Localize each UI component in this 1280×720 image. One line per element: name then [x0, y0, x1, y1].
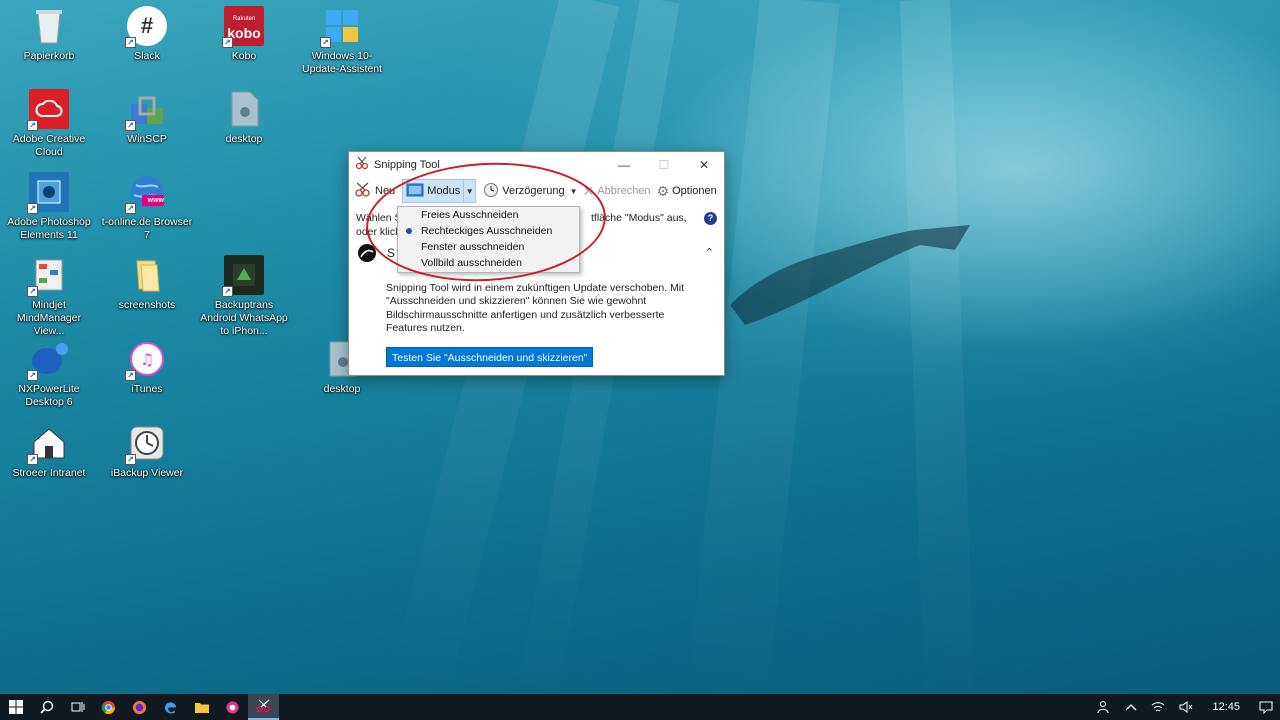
desktop-icon-desktop-file[interactable]: desktop: [196, 89, 292, 146]
taskbar-chrome[interactable]: [93, 694, 124, 720]
shortcut-arrow-icon: ↗: [27, 120, 38, 131]
desktop-icon-creative-cloud[interactable]: ↗ Adobe Creative Cloud: [1, 89, 97, 159]
shortcut-arrow-icon: ↗: [125, 203, 136, 214]
wifi-icon: [1152, 702, 1165, 712]
slack-icon: # ↗: [125, 6, 167, 48]
globe-icon: www ↗: [125, 172, 167, 214]
people-icon: [1097, 701, 1109, 714]
app-globe-icon: [226, 700, 239, 714]
folder-icon: [127, 255, 167, 295]
firefox-icon: [132, 700, 147, 714]
network-button[interactable]: [1144, 694, 1172, 720]
desktop-icon-backuptrans[interactable]: ↗ Backuptrans Android WhatsApp to iPhon.…: [196, 255, 292, 338]
search-button[interactable]: [31, 694, 62, 720]
windows-logo-icon: ↗: [320, 6, 362, 48]
notice-body: Snipping Tool wird in einem zukünftigen …: [386, 282, 685, 334]
desktop-icon-screenshots[interactable]: screenshots: [99, 255, 195, 312]
people-button[interactable]: [1090, 694, 1118, 720]
windows-start-icon: [8, 700, 23, 714]
shortcut-arrow-icon: ↗: [125, 370, 136, 381]
mindmanager-icon: ↗: [27, 255, 69, 297]
shortcut-arrow-icon: ↗: [125, 120, 136, 131]
desktop-icon-t-online-browser[interactable]: www ↗ t-online.de Browser 7: [99, 172, 195, 242]
shortcut-arrow-icon: ↗: [27, 203, 38, 214]
taskbar-file-explorer[interactable]: [186, 694, 217, 720]
taskbar-firefox[interactable]: [124, 694, 155, 720]
search-icon: [39, 700, 53, 714]
desktop-icon-windows-update[interactable]: ↗ Windows 10-Update-Assistent: [294, 6, 390, 76]
light-ray: [900, 0, 976, 720]
edge-icon: [164, 701, 177, 713]
shortcut-arrow-icon: ↗: [125, 37, 136, 48]
kobo-icon: Rakuten kobo ↗: [222, 6, 264, 48]
diver-silhouette: [730, 225, 970, 325]
desktop-icon-mindjet[interactable]: ↗ Mindjet MindManager View...: [1, 255, 97, 338]
notification-icon: [1259, 701, 1273, 714]
show-hidden-icons-button[interactable]: [1118, 694, 1144, 720]
desktop-icon-nxpowerlite[interactable]: ↗ NXPowerLite Desktop 6: [1, 339, 97, 409]
desktop-icon-ibackup-viewer[interactable]: ↗ iBackup Viewer: [99, 423, 195, 480]
folder-icon: [194, 702, 209, 713]
home-icon: ↗: [27, 423, 69, 465]
close-button[interactable]: ✕: [684, 152, 724, 177]
volume-button[interactable]: [1172, 694, 1200, 720]
svg-text:♫: ♫: [140, 350, 154, 369]
try-snip-sketch-button[interactable]: Testen Sie "Ausschneiden und skizzieren": [386, 347, 594, 367]
desktop-icon-winscp[interactable]: ↗ WinSCP: [99, 89, 195, 146]
task-view-button[interactable]: [62, 694, 93, 720]
volume-muted-icon: [1179, 701, 1193, 713]
scissors-icon: [256, 699, 270, 713]
chrome-icon: [101, 700, 116, 714]
shortcut-arrow-icon: ↗: [222, 286, 233, 297]
creative-cloud-icon: ↗: [27, 89, 69, 131]
system-tray: 12:45: [1090, 694, 1280, 720]
maximize-button[interactable]: ☐: [644, 152, 684, 177]
chevron-up-icon: [1126, 704, 1137, 711]
desktop-icon-papierkorb[interactable]: Papierkorb: [1, 6, 97, 63]
nxpowerlite-icon: ↗: [27, 339, 69, 381]
recycle-bin-icon: [29, 6, 69, 46]
options-button[interactable]: ⚙ Optionen: [654, 179, 720, 203]
shortcut-arrow-icon: ↗: [320, 37, 331, 48]
clock-icon: ↗: [125, 423, 167, 465]
file-icon: [224, 89, 264, 129]
help-icon[interactable]: ?: [704, 212, 717, 225]
desktop-icon-itunes[interactable]: ♫ ↗ iTunes: [99, 339, 195, 396]
start-button[interactable]: [0, 694, 31, 720]
backuptrans-icon: ↗: [222, 255, 264, 297]
desktop-icon-photoshop-elements[interactable]: ↗ Adobe Photoshop Elements 11: [1, 172, 97, 242]
scissors-icon: [355, 156, 369, 173]
action-center-button[interactable]: [1252, 694, 1280, 720]
shortcut-arrow-icon: ↗: [27, 370, 38, 381]
desktop-icon-stroeer-intranet[interactable]: ↗ Stroeer Intranet: [1, 423, 97, 480]
new-snip-icon: [354, 182, 372, 201]
gear-icon: ⚙: [656, 182, 670, 199]
desktop-icon-slack[interactable]: # ↗ Slack: [99, 6, 195, 63]
photoshop-elements-icon: ↗: [27, 172, 69, 214]
task-view-icon: [71, 702, 84, 712]
clock[interactable]: 12:45: [1200, 694, 1252, 720]
desktop-icon-kobo[interactable]: Rakuten kobo ↗ Kobo: [196, 6, 292, 63]
taskbar-app[interactable]: [217, 694, 248, 720]
minimize-button[interactable]: —: [604, 152, 644, 177]
taskbar: 12:45: [0, 694, 1280, 720]
shortcut-arrow-icon: ↗: [125, 454, 136, 465]
collapse-icon[interactable]: ⌃: [705, 246, 714, 259]
taskbar-edge[interactable]: [155, 694, 186, 720]
shortcut-arrow-icon: ↗: [27, 286, 38, 297]
window-title: Snipping Tool: [374, 158, 440, 171]
winscp-icon: ↗: [125, 89, 167, 131]
itunes-icon: ♫ ↗: [125, 339, 167, 381]
taskbar-snipping-tool[interactable]: [248, 694, 279, 720]
shortcut-arrow-icon: ↗: [222, 37, 233, 48]
shortcut-arrow-icon: ↗: [27, 454, 38, 465]
